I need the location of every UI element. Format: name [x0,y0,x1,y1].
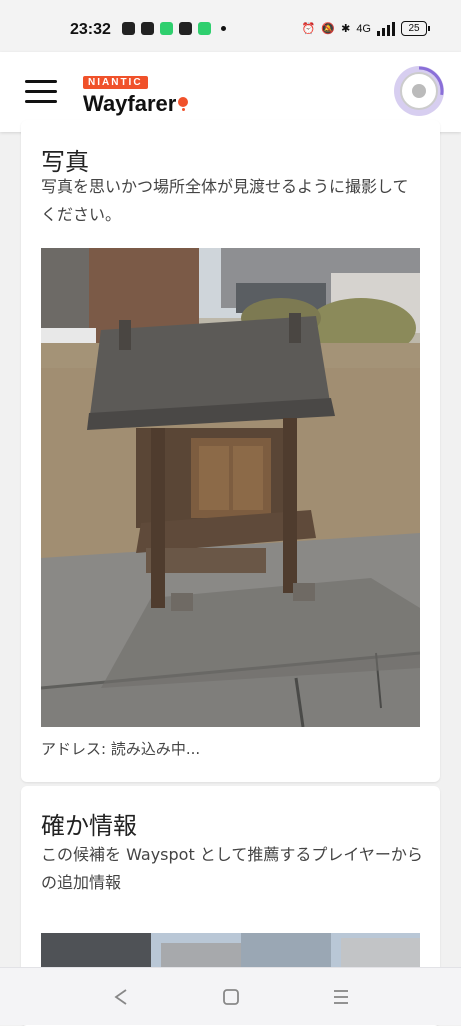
menu-icon[interactable] [25,80,57,104]
avatar[interactable] [394,66,444,116]
niantic-badge: NIANTIC [83,76,148,89]
back-icon[interactable] [106,982,136,1012]
status-bar: 23:32 ⏰ 🔕 ✱ 4G 25 [0,0,461,52]
info-title: 確か情報 [41,812,137,840]
photo-title: 写真 [41,148,89,176]
mute-icon: 🔕 [321,23,336,35]
shrine-photo[interactable] [41,248,420,727]
pin-icon [178,97,189,111]
brand-name-text: Wayfarer [83,91,177,116]
photo-description: 写真を思いかつ場所全体が見渡せるように撮影してください。 [41,177,409,224]
avatar-image [400,72,438,110]
line-icon [141,22,154,35]
status-time: 23:32 [70,21,111,38]
more-dot-icon [221,26,226,31]
fan-icon [179,22,192,35]
brand-name: Wayfarer [83,91,189,117]
info-description: この候補を Wayspot として推薦するプレイヤーからの追加情報 [41,845,423,892]
photo-card: 写真 写真を思いかつ場所全体が見渡せるように撮影してください。 アドレス: 読み… [21,120,440,782]
chat-icon [122,22,135,35]
network-type: 4G [356,22,371,35]
bluetooth-icon: ✱ [341,23,351,35]
battery-icon: 25 [401,21,430,36]
home-icon[interactable] [216,982,246,1012]
recents-icon[interactable] [326,982,356,1012]
notification-icons [122,22,226,35]
address-text: アドレス: 読み込み中... [41,740,201,758]
signal-icon [377,21,395,36]
creature-icon [412,84,426,98]
system-nav-bar [0,967,461,1025]
wayfarer-logo: NIANTIC Wayfarer [83,70,189,117]
shrine-image [41,248,420,727]
system-icons: ⏰ 🔕 ✱ 4G 25 [301,21,430,36]
app2-icon [198,22,211,35]
alarm-icon: ⏰ [301,23,316,35]
app-icon [160,22,173,35]
